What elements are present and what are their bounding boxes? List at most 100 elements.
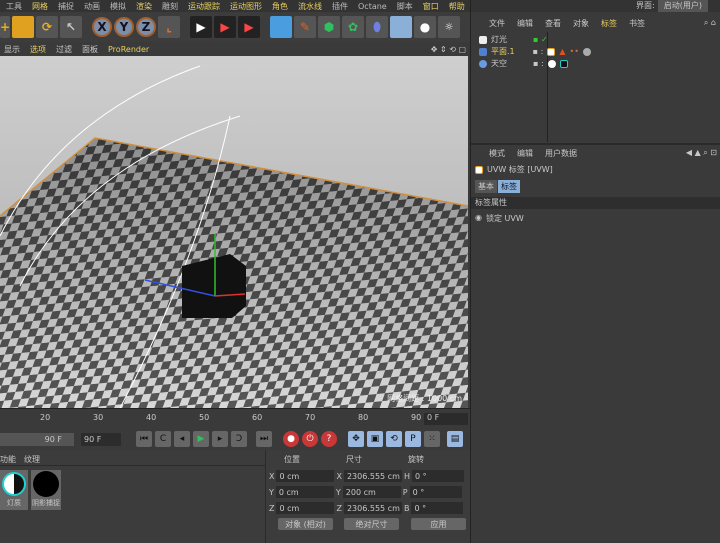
size-mode-dropdown[interactable]: 绝对尺寸: [344, 518, 399, 530]
subdivision-icon[interactable]: ⬢: [318, 16, 340, 38]
am-menu-user-data[interactable]: 用户数据: [545, 148, 577, 159]
coordinate-mode-dropdown[interactable]: 对象 (相对): [278, 518, 333, 530]
size-y-field[interactable]: 200 cm: [342, 486, 401, 498]
timeline-ruler[interactable]: 20 30 40 50 60 70 80 90: [0, 408, 470, 428]
position-x-field[interactable]: 0 cm: [276, 470, 335, 482]
object-row-light[interactable]: 灯光 ▪ ✓: [479, 34, 548, 45]
visibility-icon[interactable]: ▪ :: [533, 59, 544, 68]
layout-dropdown[interactable]: 启动(用户): [657, 0, 708, 12]
viewport-menu-filter[interactable]: 过滤: [56, 44, 72, 55]
previous-frame-icon[interactable]: ◂: [174, 431, 190, 447]
rotation-b-field[interactable]: 0 °: [411, 502, 464, 514]
visibility-icon[interactable]: ▪ :: [533, 47, 544, 56]
z-axis-lock-button[interactable]: Z: [136, 17, 156, 37]
go-to-start-icon[interactable]: ⏮: [136, 431, 152, 447]
rotate-tool-icon[interactable]: ⟳: [36, 16, 58, 38]
om-menu-view[interactable]: 查看: [545, 18, 561, 29]
menu-window[interactable]: 窗口: [423, 1, 439, 12]
uvw-tag-icon[interactable]: [547, 47, 556, 56]
go-to-end-icon[interactable]: ⏭: [256, 431, 272, 447]
material-tag-icon[interactable]: [547, 59, 556, 68]
menu-pipeline[interactable]: 流水线: [298, 1, 322, 12]
viewport-menu-panel[interactable]: 面板: [82, 44, 98, 55]
menu-plugins[interactable]: 插件: [332, 1, 348, 12]
menu-simulate[interactable]: 模拟: [110, 1, 126, 12]
menu-tools[interactable]: 工具: [6, 1, 22, 12]
om-menu-file[interactable]: 文件: [489, 18, 505, 29]
tab-basic[interactable]: 基本: [475, 180, 497, 193]
om-menu-tags[interactable]: 标签: [601, 18, 617, 29]
material-tag-icon[interactable]: [582, 47, 591, 56]
search-icon[interactable]: ⌕ ⌂: [704, 18, 716, 28]
object-row-plane[interactable]: 平面.1 ▪ : ▲ ••: [479, 46, 591, 57]
om-menu-edit[interactable]: 编辑: [517, 18, 533, 29]
key-rotation-icon[interactable]: ⟲: [386, 431, 402, 447]
menu-mesh[interactable]: 网格: [32, 1, 48, 12]
material-menu-texture[interactable]: 纹理: [24, 454, 40, 465]
menu-mograph[interactable]: 运动图形: [230, 1, 262, 12]
move-tool-icon[interactable]: +: [0, 16, 10, 38]
record-keys-icon[interactable]: ●: [283, 431, 299, 447]
key-parameter-icon[interactable]: P: [405, 431, 421, 447]
tag-icon[interactable]: ••: [569, 47, 578, 56]
viewport-menu-prorender[interactable]: ProRender: [108, 45, 149, 54]
menu-help[interactable]: 帮助: [449, 1, 465, 12]
visibility-check-icon[interactable]: ▪ ✓: [533, 35, 548, 44]
floor-icon[interactable]: [390, 16, 412, 38]
y-axis-lock-button[interactable]: Y: [114, 17, 134, 37]
am-menu-edit[interactable]: 编辑: [517, 148, 533, 159]
pen-icon[interactable]: ✎: [294, 16, 316, 38]
end-frame-field[interactable]: 90 F: [81, 432, 121, 446]
3d-viewport[interactable]: 网格间距 : 1000 cm: [0, 56, 468, 408]
menu-script[interactable]: 脚本: [397, 1, 413, 12]
current-frame-field[interactable]: 0 F: [424, 413, 468, 425]
om-menu-object[interactable]: 对象: [573, 18, 589, 29]
menu-animate[interactable]: 动画: [84, 1, 100, 12]
material-swatch[interactable]: 灯质: [0, 470, 28, 510]
autokey-icon[interactable]: ⏻: [302, 431, 318, 447]
timeline-window-icon[interactable]: ▤: [447, 431, 463, 447]
lock-uvw-option[interactable]: ◉ 锁定 UVW: [475, 213, 524, 224]
viewport-menu-options[interactable]: 选项: [30, 44, 46, 55]
menu-snap[interactable]: 捕捉: [58, 1, 74, 12]
play-icon[interactable]: ▶: [193, 431, 209, 447]
scale-tool-icon[interactable]: [12, 16, 34, 38]
position-z-field[interactable]: 0 cm: [276, 502, 335, 514]
material-swatch[interactable]: 阴影捕捉: [31, 470, 61, 510]
tag-icon[interactable]: ▲: [559, 47, 565, 56]
next-frame-icon[interactable]: ▸: [212, 431, 228, 447]
next-key-icon[interactable]: Ↄ: [231, 431, 247, 447]
coordinate-system-icon[interactable]: ⌞: [158, 16, 180, 38]
x-axis-lock-button[interactable]: X: [92, 17, 112, 37]
camera-icon[interactable]: ●: [414, 16, 436, 38]
key-position-icon[interactable]: ✥: [348, 431, 364, 447]
size-x-field[interactable]: 2306.555 cm: [343, 470, 402, 482]
object-row-sky[interactable]: 天空 ▪ :: [479, 58, 568, 69]
material-menu-function[interactable]: 功能: [0, 454, 16, 465]
rotation-p-field[interactable]: 0 °: [409, 486, 462, 498]
render-view-icon[interactable]: ▶: [190, 16, 212, 38]
position-y-field[interactable]: 0 cm: [275, 486, 334, 498]
select-tool-icon[interactable]: ↖: [60, 16, 82, 38]
deformer-icon[interactable]: ⬮: [366, 16, 388, 38]
render-settings-icon[interactable]: ▶: [238, 16, 260, 38]
am-menu-mode[interactable]: 模式: [489, 148, 505, 159]
tab-tag[interactable]: 标签: [498, 180, 520, 193]
viewport-menu-display[interactable]: 显示: [4, 44, 20, 55]
keyframe-selection-icon[interactable]: ?: [321, 431, 337, 447]
previous-key-icon[interactable]: C: [155, 431, 171, 447]
material-tag-icon[interactable]: [559, 59, 568, 68]
menu-octane[interactable]: Octane: [358, 2, 387, 11]
cube-icon[interactable]: [270, 16, 292, 38]
render-picture-viewer-icon[interactable]: ▶: [214, 16, 236, 38]
menu-render[interactable]: 渲染: [136, 1, 152, 12]
apply-button[interactable]: 应用: [411, 518, 466, 530]
radio-icon[interactable]: ◉: [475, 213, 482, 224]
key-scale-icon[interactable]: ▣: [367, 431, 383, 447]
navigation-arrows-icon[interactable]: ◀ ▲ ⌕ ⊡: [686, 148, 717, 158]
size-z-field[interactable]: 2306.555 cm: [343, 502, 402, 514]
om-menu-bookmarks[interactable]: 书签: [629, 18, 645, 29]
rotation-h-field[interactable]: 0 °: [411, 470, 464, 482]
key-pla-icon[interactable]: ⁙: [424, 431, 440, 447]
menu-character[interactable]: 角色: [272, 1, 288, 12]
